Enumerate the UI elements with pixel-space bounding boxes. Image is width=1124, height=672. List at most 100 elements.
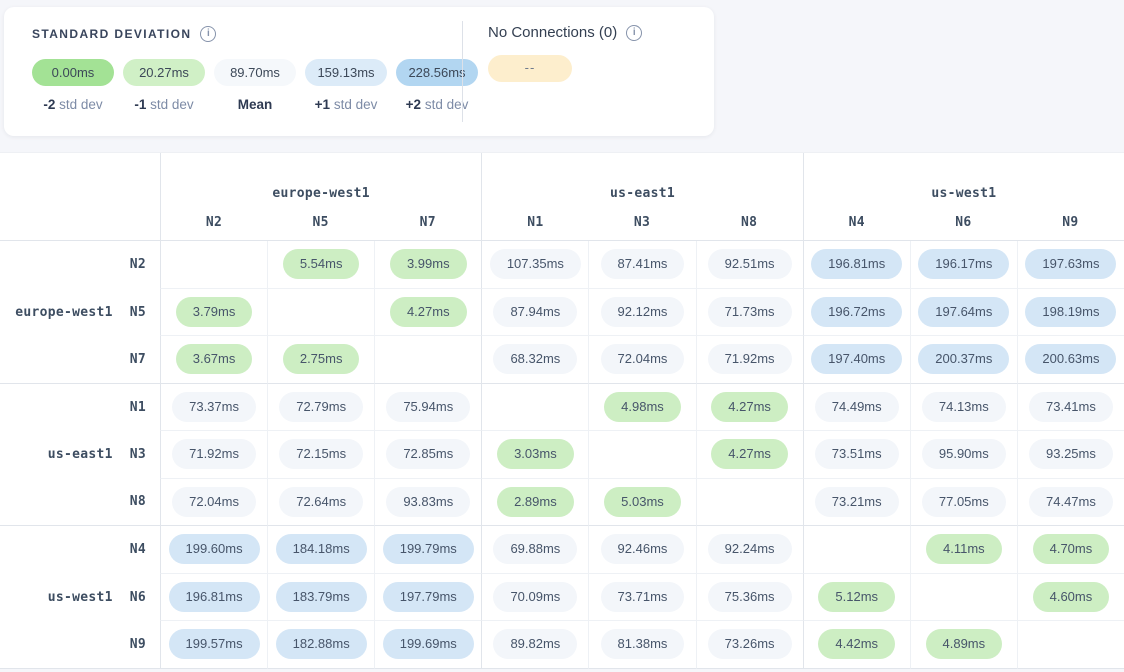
latency-pill[interactable]: 73.26ms bbox=[708, 629, 792, 659]
latency-pill[interactable]: 74.13ms bbox=[922, 392, 1006, 422]
latency-cell: 197.40ms bbox=[803, 336, 910, 384]
legend-stop-pill: 20.27ms bbox=[123, 59, 205, 86]
latency-cell: 77.05ms bbox=[910, 479, 1017, 527]
latency-pill[interactable]: 5.03ms bbox=[604, 487, 681, 517]
latency-cell: 197.63ms bbox=[1017, 241, 1124, 289]
latency-pill[interactable]: 72.85ms bbox=[386, 439, 470, 469]
latency-pill[interactable]: 92.24ms bbox=[708, 534, 792, 564]
latency-cell: 182.88ms bbox=[267, 621, 374, 669]
latency-pill[interactable]: 184.18ms bbox=[276, 534, 367, 564]
latency-pill[interactable]: 73.51ms bbox=[815, 439, 899, 469]
latency-pill[interactable]: 197.63ms bbox=[1025, 249, 1116, 279]
row-label: N8 bbox=[0, 479, 160, 527]
column-region-header: europe-west1 bbox=[160, 153, 481, 205]
latency-cell: 4.89ms bbox=[910, 621, 1017, 669]
latency-pill[interactable]: 77.05ms bbox=[922, 487, 1006, 517]
latency-pill[interactable]: 93.83ms bbox=[386, 487, 470, 517]
latency-pill[interactable]: 74.47ms bbox=[1029, 487, 1113, 517]
latency-pill[interactable]: 200.63ms bbox=[1025, 344, 1116, 374]
latency-pill[interactable]: 71.92ms bbox=[172, 439, 256, 469]
latency-pill[interactable]: 92.46ms bbox=[601, 534, 685, 564]
latency-pill[interactable]: 73.37ms bbox=[172, 392, 256, 422]
latency-pill[interactable]: 2.75ms bbox=[283, 344, 360, 374]
latency-pill[interactable]: 5.12ms bbox=[818, 582, 895, 612]
latency-pill[interactable]: 4.27ms bbox=[711, 439, 788, 469]
latency-pill[interactable]: 93.25ms bbox=[1029, 439, 1113, 469]
latency-pill[interactable]: 87.94ms bbox=[493, 297, 577, 327]
column-region-header: us-west1 bbox=[803, 153, 1124, 205]
latency-pill[interactable]: 70.09ms bbox=[493, 582, 577, 612]
latency-pill[interactable]: 5.54ms bbox=[283, 249, 360, 279]
latency-pill[interactable]: 72.15ms bbox=[279, 439, 363, 469]
latency-pill[interactable]: 72.04ms bbox=[601, 344, 685, 374]
latency-pill[interactable]: 92.12ms bbox=[601, 297, 685, 327]
latency-pill[interactable]: 198.19ms bbox=[1025, 297, 1116, 327]
latency-cell: 71.92ms bbox=[160, 431, 267, 479]
latency-pill[interactable]: 197.79ms bbox=[383, 582, 474, 612]
latency-pill[interactable]: 87.41ms bbox=[601, 249, 685, 279]
latency-cell: 74.47ms bbox=[1017, 479, 1124, 527]
latency-pill[interactable]: 4.89ms bbox=[926, 629, 1003, 659]
latency-pill[interactable]: 75.94ms bbox=[386, 392, 470, 422]
latency-pill[interactable]: 197.64ms bbox=[918, 297, 1009, 327]
latency-pill[interactable]: 3.99ms bbox=[390, 249, 467, 279]
info-icon[interactable]: i bbox=[200, 26, 216, 42]
latency-pill[interactable]: 182.88ms bbox=[276, 629, 367, 659]
latency-cell: 196.81ms bbox=[160, 574, 267, 622]
latency-cell: 4.27ms bbox=[374, 289, 481, 337]
latency-pill[interactable]: 199.79ms bbox=[383, 534, 474, 564]
info-icon[interactable]: i bbox=[626, 25, 642, 41]
latency-pill[interactable]: 4.42ms bbox=[818, 629, 895, 659]
latency-pill[interactable]: 183.79ms bbox=[276, 582, 367, 612]
latency-cell: 3.99ms bbox=[374, 241, 481, 289]
latency-pill[interactable]: 72.04ms bbox=[172, 487, 256, 517]
latency-pill[interactable]: 196.17ms bbox=[918, 249, 1009, 279]
latency-pill[interactable]: 196.72ms bbox=[811, 297, 902, 327]
latency-pill[interactable]: 68.32ms bbox=[493, 344, 577, 374]
latency-pill[interactable]: 4.27ms bbox=[711, 392, 788, 422]
latency-pill[interactable]: 73.41ms bbox=[1029, 392, 1113, 422]
latency-pill[interactable]: 4.70ms bbox=[1033, 534, 1110, 564]
latency-pill[interactable]: 92.51ms bbox=[708, 249, 792, 279]
latency-cell: 199.79ms bbox=[374, 526, 481, 574]
latency-pill[interactable]: 199.57ms bbox=[169, 629, 260, 659]
latency-pill[interactable]: 2.89ms bbox=[497, 487, 574, 517]
latency-pill[interactable]: 196.81ms bbox=[811, 249, 902, 279]
latency-pill[interactable]: 71.73ms bbox=[708, 297, 792, 327]
latency-pill[interactable]: 3.03ms bbox=[497, 439, 574, 469]
latency-cell: 68.32ms bbox=[481, 336, 588, 384]
latency-pill[interactable]: 72.64ms bbox=[279, 487, 363, 517]
latency-pill[interactable]: 72.79ms bbox=[279, 392, 363, 422]
latency-cell: 4.27ms bbox=[696, 384, 803, 432]
latency-pill[interactable]: 4.60ms bbox=[1033, 582, 1110, 612]
latency-pill[interactable]: 4.11ms bbox=[926, 534, 1002, 564]
latency-pill[interactable]: 89.82ms bbox=[493, 629, 577, 659]
latency-pill[interactable]: 73.71ms bbox=[601, 582, 685, 612]
latency-pill[interactable]: 4.27ms bbox=[390, 297, 467, 327]
legend-stop-label: -2 std dev bbox=[43, 97, 102, 112]
latency-pill[interactable]: 71.92ms bbox=[708, 344, 792, 374]
latency-pill[interactable]: 3.67ms bbox=[176, 344, 253, 374]
latency-pill[interactable]: 196.81ms bbox=[169, 582, 260, 612]
latency-cell: 3.03ms bbox=[481, 431, 588, 479]
latency-pill[interactable]: 74.49ms bbox=[815, 392, 899, 422]
latency-pill[interactable]: 199.69ms bbox=[383, 629, 474, 659]
latency-cell: 73.51ms bbox=[803, 431, 910, 479]
latency-cell: 71.73ms bbox=[696, 289, 803, 337]
latency-pill[interactable]: 3.79ms bbox=[176, 297, 253, 327]
latency-cell: 4.60ms bbox=[1017, 574, 1124, 622]
latency-pill[interactable]: 107.35ms bbox=[490, 249, 581, 279]
latency-cell: 92.46ms bbox=[588, 526, 695, 574]
latency-pill[interactable]: 197.40ms bbox=[811, 344, 902, 374]
latency-pill[interactable]: 73.21ms bbox=[815, 487, 899, 517]
latency-pill[interactable]: 81.38ms bbox=[601, 629, 685, 659]
latency-pill[interactable]: 69.88ms bbox=[493, 534, 577, 564]
latency-pill[interactable]: 75.36ms bbox=[708, 582, 792, 612]
latency-pill[interactable]: 4.98ms bbox=[604, 392, 681, 422]
legend-title: STANDARD DEVIATION bbox=[32, 27, 191, 41]
latency-pill[interactable]: 95.90ms bbox=[922, 439, 1006, 469]
latency-pill[interactable]: 200.37ms bbox=[918, 344, 1009, 374]
latency-cell: 5.03ms bbox=[588, 479, 695, 527]
latency-cell: 5.12ms bbox=[803, 574, 910, 622]
latency-pill[interactable]: 199.60ms bbox=[169, 534, 260, 564]
